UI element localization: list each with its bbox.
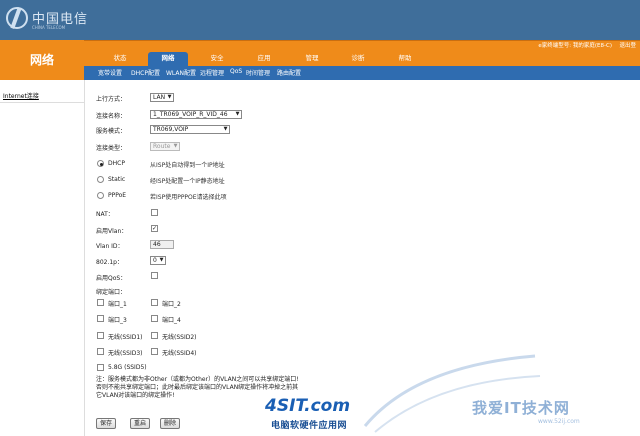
nat-checkbox[interactable] [151,209,158,216]
watermark-swoosh-icon [363,354,541,433]
p8021-label: 802.1p： [96,259,123,266]
sidebar-item-internet[interactable]: Internet连接 [3,91,39,100]
chevron-down-icon: ▼ [167,94,172,100]
subnav-qos[interactable]: QoS [230,68,242,75]
dhcp-desc: 从ISP处自动得到一个IP地址 [150,162,225,169]
watermark-site-text: 我爱IT技术网 [472,399,570,417]
service-mode-label: 服务模式： [96,128,127,135]
port4-label: 端口_4 [162,317,181,324]
port3-checkbox[interactable] [97,315,104,322]
port2-label: 端口_2 [162,301,181,308]
watermark-site-url: www.52ij.com [538,418,580,425]
watermark-4sit-sub: 电脑软硬件应用网 [271,421,348,431]
logout-link[interactable]: 退出登 [619,41,636,49]
pppoe-desc: 若ISP使用PPPOE请选择此项 [150,194,227,201]
subnav-time[interactable]: 时间管理 [246,68,270,77]
note-line-2: 否则不能共享绑定端口；此时最后绑定该端口的VLAN绑定操作将冲掉之前其 [96,384,299,391]
port1-label: 端口_1 [108,301,127,308]
logo-bar: 中国电信 CHINA TELECOM [0,0,640,40]
service-mode-select[interactable]: TR069,VOIP ▼ [150,125,230,134]
tab-status[interactable]: 状态 [100,52,140,65]
tab-network[interactable]: 网络 [148,52,188,66]
subnav-broadband[interactable]: 宽带设置 [98,68,122,77]
conn-type-select: Route ▼ [150,142,180,151]
chevron-down-icon: ▼ [159,257,164,263]
qos-checkbox[interactable] [151,272,158,279]
conn-name-label: 连接名称： [96,113,127,120]
static-desc: 经ISP处配置一个IP静态地址 [150,178,225,185]
delete-button[interactable]: 删除 [160,418,181,429]
watermark-4sit-text: 4SIT.com [265,396,351,416]
chevron-down-icon: ▼ [173,143,178,149]
service-mode-value: TR069,VOIP [153,126,189,133]
tab-help[interactable]: 帮助 [385,52,425,65]
subnav-wlan[interactable]: WLAN配置 [166,68,196,77]
note-line-3: 它VLAN对该端口的绑定操作! [96,392,175,399]
pppoe-radio[interactable] [97,192,104,199]
vlan-enable-checkbox[interactable]: ✓ [151,225,158,232]
nat-label: NAT： [96,211,114,218]
note-line-1: 注：服务模式都为非Other（或都为Other）的VLAN之间可以共享绑定端口! [96,376,299,383]
tab-application[interactable]: 应用 [244,52,284,65]
bind-ports-label: 绑定端口： [96,289,127,296]
port4-checkbox[interactable] [151,315,158,322]
chevron-down-icon: ▼ [223,126,228,132]
brand-logo: 中国电信 CHINA TELECOM [6,5,116,35]
section-title: 网络 [0,40,84,80]
ssid1-checkbox[interactable] [97,332,104,339]
subnav-dhcp[interactable]: DHCP配置 [131,68,160,77]
ssid2-checkbox[interactable] [151,332,158,339]
brand-tagline: CHINA TELECOM [32,25,66,30]
conn-name-select[interactable]: 1_TR069_VOIP_R_VID_46 ▼ [150,110,242,119]
restart-button[interactable]: 重启 [130,418,151,429]
port3-label: 端口_3 [108,317,127,324]
static-label: Static [108,176,126,183]
uplink-label: 上行方式： [96,96,127,103]
tab-security[interactable]: 安全 [197,52,237,65]
vlan-id-label: Vlan ID： [96,243,124,250]
conn-type-value: Route [153,143,171,150]
chevron-down-icon: ▼ [235,111,240,117]
p8021-value: 0 [153,257,157,264]
subnav-remote[interactable]: 远程管理 [200,68,224,77]
ssid4-label: 无线(SSID4) [162,350,197,357]
ssid1-label: 无线(SSID1) [108,334,143,341]
tab-diagnosis[interactable]: 诊断 [338,52,378,65]
uplink-select[interactable]: LAN ▼ [150,93,174,102]
dhcp-radio[interactable] [97,160,104,167]
dhcp-label: DHCP [108,160,125,167]
sidebar-divider [0,102,84,103]
tab-management[interactable]: 管理 [292,52,332,65]
p8021-select[interactable]: 0 ▼ [150,256,166,265]
conn-type-label: 连接类型： [96,145,127,152]
ssid3-label: 无线(SSID3) [108,350,143,357]
sub-nav: 宽带设置 DHCP配置 WLAN配置 远程管理 QoS 时间管理 路由配置 [84,66,640,80]
qos-label: 启用QoS： [96,275,127,282]
ssid4-checkbox[interactable] [151,348,158,355]
telecom-logo-icon [6,7,28,29]
port1-checkbox[interactable] [97,299,104,306]
save-button[interactable]: 保存 [96,418,117,429]
pppoe-label: PPPoE [108,192,127,199]
ssid2-label: 无线(SSID2) [162,334,197,341]
vlan-id-input[interactable]: 46 [150,240,174,249]
port2-checkbox[interactable] [151,299,158,306]
device-info: e家终端型号: 我的家庭(E8-C) [538,43,612,49]
watermark-4sit-logo: 4SIT.com 电脑软硬件应用网 [265,396,377,432]
static-radio[interactable] [97,176,104,183]
vlan-enable-label: 启用Vlan： [96,228,128,235]
subnav-route[interactable]: 路由配置 [277,68,301,77]
ssid5-label: 5.8G (SSID5) [108,364,147,371]
ssid3-checkbox[interactable] [97,348,104,355]
ssid5-checkbox[interactable] [97,364,104,371]
conn-name-value: 1_TR069_VOIP_R_VID_46 [153,111,228,118]
uplink-value: LAN [153,94,166,101]
